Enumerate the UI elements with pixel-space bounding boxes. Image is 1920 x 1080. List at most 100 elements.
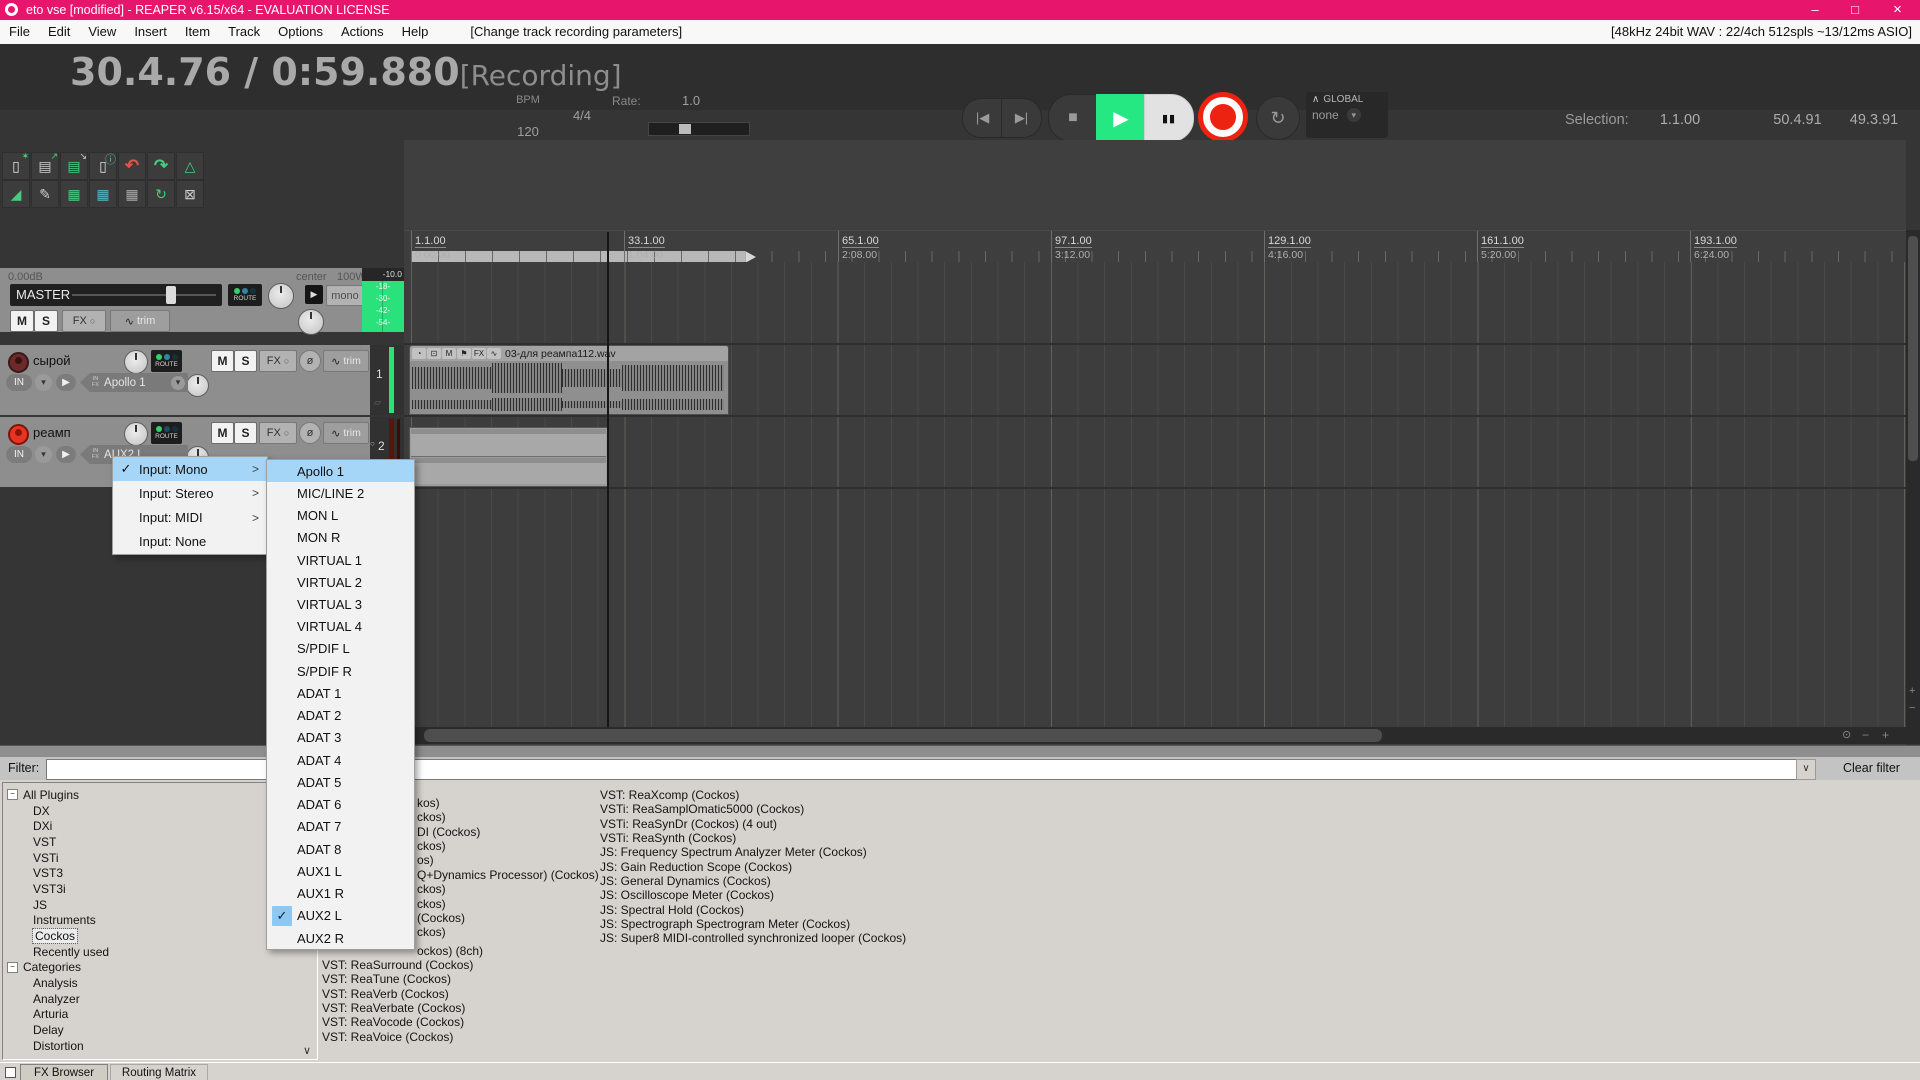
plugin-row[interactable]: VSTi: ReaSynth (Cockos) (600, 831, 906, 845)
snap-toggle-button[interactable]: ▦ (89, 180, 117, 208)
tree-scroll-down-icon[interactable]: ∨ (303, 1044, 311, 1057)
go-to-end-button[interactable]: ▶| (1001, 98, 1042, 138)
menu-item[interactable]: Item (176, 20, 219, 44)
plugin-row[interactable]: JS: Spectral Hold (Cockos) (600, 903, 906, 917)
solo-button[interactable]: S (234, 422, 257, 444)
plugin-row[interactable]: JS: Super8 MIDI-controlled synchronized … (600, 931, 906, 945)
collapse-icon[interactable]: − (7, 962, 18, 973)
repeat-button[interactable]: ↻ (1256, 96, 1300, 140)
fx-button[interactable]: FX○ (259, 350, 297, 372)
master-route-button[interactable]: ROUTE (228, 284, 262, 306)
route-button[interactable]: ROUTE (151, 350, 182, 372)
chevron-down-icon[interactable]: ▾ (1347, 108, 1361, 122)
maximize-button[interactable]: □ (1835, 0, 1875, 20)
fx-button[interactable]: FX○ (259, 422, 297, 444)
tree-item-categories[interactable]: −Categories (7, 960, 317, 976)
chevron-down-icon[interactable]: ▾ (171, 376, 185, 390)
item-fx-button[interactable]: FX (472, 348, 486, 359)
menu-item-input-stereo[interactable]: Input: Stereo > (113, 481, 267, 505)
trim-button[interactable]: ∿ trim (323, 422, 369, 444)
grid-toggle-button[interactable]: ▦ (60, 180, 88, 208)
play-button[interactable]: ▶ (1096, 94, 1146, 142)
open-project-button[interactable]: ▤↗ (31, 152, 59, 180)
input-dropdown-icon[interactable]: ▾ (35, 374, 52, 391)
power-icon[interactable]: ○ (90, 316, 95, 326)
menu-actions[interactable]: Actions (332, 20, 393, 44)
solo-button[interactable]: S (234, 350, 257, 372)
fader-handle[interactable] (166, 286, 176, 304)
mute-button[interactable]: M (211, 422, 234, 444)
vertical-scrollbar[interactable]: + − (1906, 230, 1920, 727)
input-pill[interactable]: IN (6, 374, 32, 391)
loop-toggle-button[interactable]: ↻ (147, 180, 175, 208)
docker-icon[interactable] (5, 1067, 16, 1078)
submenu-item-adat-1[interactable]: ADAT 1 (267, 682, 414, 704)
submenu-item-adat-6[interactable]: ADAT 6 (267, 794, 414, 816)
track-name[interactable]: реамп (33, 425, 71, 440)
close-button[interactable]: × (1875, 0, 1920, 20)
plugin-row[interactable]: VST: ReaTune (Cockos) (322, 972, 473, 986)
go-to-start-button[interactable]: |◀ (962, 98, 1003, 138)
route-button[interactable]: ROUTE (151, 422, 182, 444)
tab-fx-browser[interactable]: FX Browser (20, 1064, 108, 1080)
edit-cursor[interactable] (607, 232, 609, 727)
plugin-row-fragment[interactable]: ckos) (417, 925, 446, 939)
submenu-item-adat-7[interactable]: ADAT 7 (267, 816, 414, 838)
plugin-row[interactable]: VST: ReaVocode (Cockos) (322, 1015, 473, 1029)
rate-value[interactable]: 1.0 (682, 93, 700, 108)
plugin-row-fragment[interactable]: ckos) (417, 897, 446, 911)
media-item-empty[interactable] (409, 427, 608, 487)
menu-help[interactable]: Help (393, 20, 438, 44)
submenu-item-aux2-l[interactable]: ✓ AUX2 L (267, 905, 414, 927)
media-item-wav[interactable]: ◔ ⊡ M ⚑ FX ∿ 03-для реампа112.wav (409, 345, 729, 415)
filter-dropdown-button[interactable]: ∨ (1796, 759, 1816, 780)
action-hint[interactable]: [Change track recording parameters] (461, 20, 691, 44)
pencil-mode-button[interactable]: ✎ (31, 180, 59, 208)
ripple-edit-button[interactable]: ▦ (118, 180, 146, 208)
submenu-item-apollo-1[interactable]: Apollo 1 (267, 460, 414, 482)
plugin-row-fragment[interactable]: kos) (417, 796, 440, 810)
pan-knob[interactable] (124, 422, 148, 446)
submenu-item-virtual-2[interactable]: VIRTUAL 2 (267, 571, 414, 593)
save-project-button[interactable]: ▤↘ (60, 152, 88, 180)
submenu-item-mon-r[interactable]: MON R (267, 527, 414, 549)
rate-slider[interactable] (648, 122, 750, 136)
folder-icon[interactable]: ▱ (374, 397, 381, 408)
plugin-row-fragment[interactable]: os) (417, 853, 434, 867)
plugin-row[interactable]: VSTi: ReaSynDr (Cockos) (4 out) (600, 817, 906, 831)
collapse-icon[interactable]: − (7, 789, 18, 800)
phase-button[interactable]: ø (299, 422, 321, 444)
zoom-out-button[interactable]: − (1862, 728, 1869, 742)
submenu-item-virtual-3[interactable]: VIRTUAL 3 (267, 593, 414, 615)
plugin-row[interactable]: VSTi: ReaSamplOmatic5000 (Cockos) (600, 802, 906, 816)
master-meter[interactable]: -10.0 -18- -30- -42- -54- (362, 268, 404, 332)
master-mute-button[interactable]: M (10, 310, 34, 332)
plugin-row[interactable]: VST: ReaSurround (Cockos) (322, 958, 473, 972)
plugin-row-fragment[interactable]: DI (Cockos) (417, 825, 480, 839)
menu-item-input-midi[interactable]: Input: MIDI > (113, 506, 267, 530)
item-loop-icon[interactable]: ◔ (412, 348, 426, 359)
rate-slider-thumb[interactable] (679, 124, 691, 134)
master-volume-fader[interactable]: MASTER (10, 284, 222, 306)
new-project-button[interactable]: ▯✶ (2, 152, 30, 180)
crossfade-toggle-button[interactable]: △ (176, 152, 204, 180)
record-button[interactable] (1198, 92, 1248, 142)
scrollbar-thumb[interactable] (424, 729, 1382, 742)
submenu-item-adat-8[interactable]: ADAT 8 (267, 838, 414, 860)
mute-button[interactable]: M (211, 350, 234, 372)
project-settings-button[interactable]: ▯ⓘ (89, 152, 117, 180)
plugin-row[interactable]: VST: ReaVerb (Cockos) (322, 987, 473, 1001)
submenu-item-aux1-l[interactable]: AUX1 L (267, 860, 414, 882)
master-pan-knob[interactable] (268, 283, 294, 309)
submenu-item-spdif-r[interactable]: S/PDIF R (267, 660, 414, 682)
volume-knob[interactable] (186, 374, 209, 397)
record-arm-button[interactable] (8, 352, 29, 373)
input-dropdown-icon[interactable]: ▾ (35, 446, 52, 463)
plugin-row[interactable]: JS: General Dynamics (Cockos) (600, 874, 906, 888)
submenu-item-mic-line-2[interactable]: MIC/LINE 2 (267, 482, 414, 504)
master-fx-button[interactable]: FX○ (62, 310, 106, 332)
plugin-row[interactable]: JS: Spectrograph Spectrogram Meter (Cock… (600, 917, 906, 931)
tree-item-analyzer[interactable]: Analyzer (7, 991, 317, 1007)
plugin-row-fragment[interactable]: ckos) (417, 839, 446, 853)
submenu-item-adat-3[interactable]: ADAT 3 (267, 727, 414, 749)
